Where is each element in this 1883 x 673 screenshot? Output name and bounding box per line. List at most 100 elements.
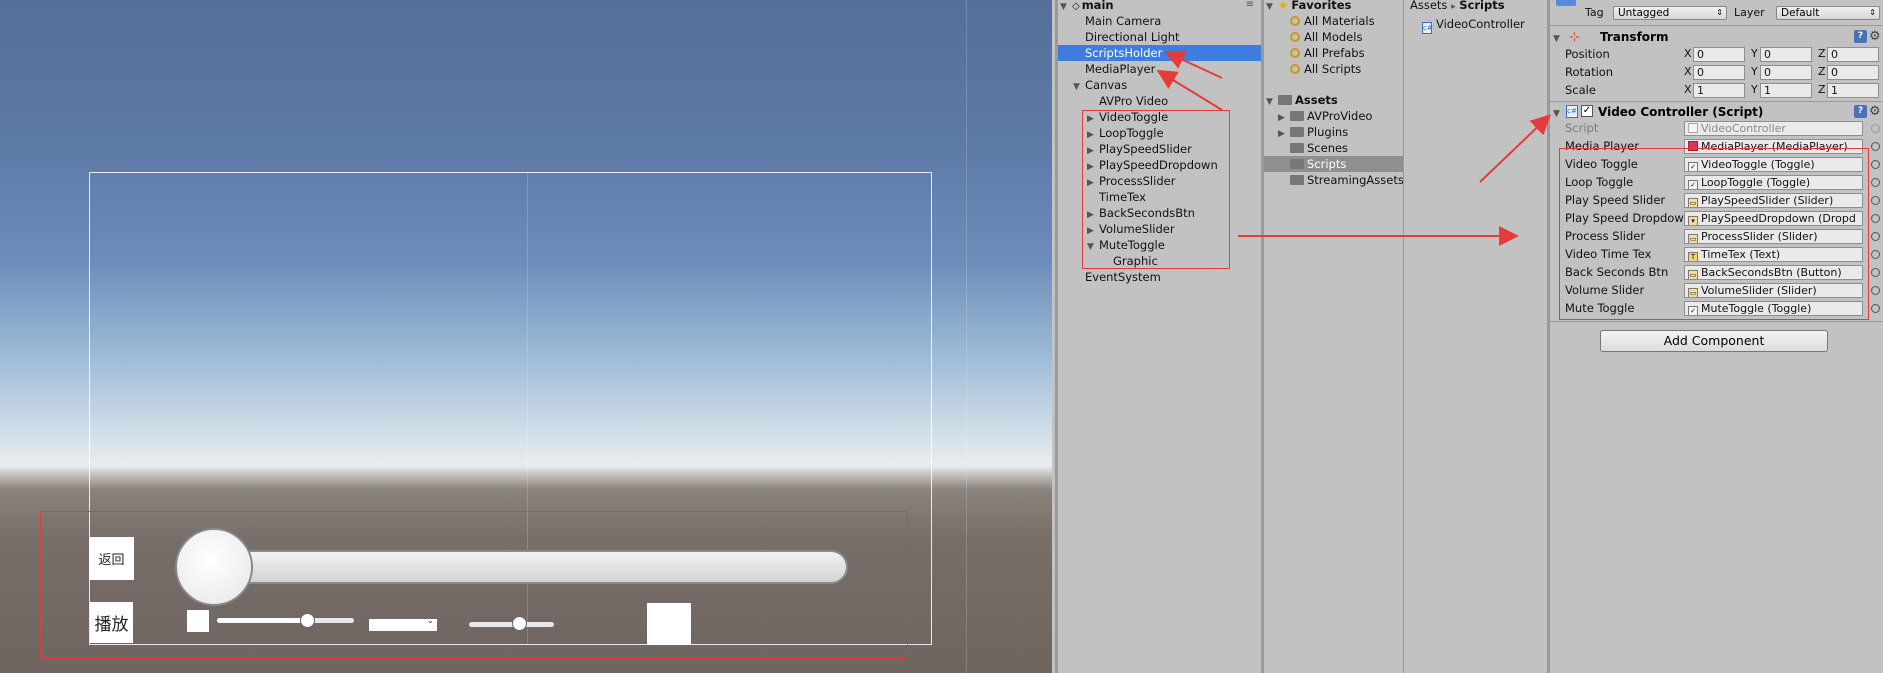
object-picker-icon[interactable] [1871, 232, 1880, 241]
star-icon: ★ [1278, 0, 1289, 12]
search-icon [1290, 48, 1300, 58]
hierarchy-item[interactable]: ScriptsHolder [1058, 45, 1261, 61]
transform-header[interactable]: ▼ [1553, 29, 1565, 45]
transform-x-field[interactable]: 0 [1693, 65, 1745, 80]
favorites-item[interactable]: All Materials [1290, 13, 1375, 29]
assets-folder-item[interactable]: Scripts [1264, 156, 1406, 172]
object-picker-icon[interactable] [1871, 250, 1880, 259]
hierarchy-item-label: Directional Light [1085, 30, 1180, 44]
object-picker-icon[interactable] [1871, 268, 1880, 277]
folder-icon [1290, 143, 1304, 153]
hierarchy-item-label: Main Camera [1085, 14, 1162, 28]
hierarchy-item[interactable]: AVPro Video [1058, 93, 1261, 109]
layer-value: Default [1781, 7, 1820, 19]
folder-icon [1290, 175, 1304, 185]
object-picker-icon[interactable] [1871, 304, 1880, 313]
object-picker-icon[interactable] [1871, 160, 1880, 169]
expand-arrow-icon[interactable]: ▼ [1553, 31, 1565, 47]
layer-dropdown[interactable]: Default ⇕ [1776, 6, 1880, 20]
favorites-item[interactable]: All Prefabs [1290, 45, 1365, 61]
help-icon[interactable]: ? [1854, 30, 1867, 43]
assets-folder-label: Plugins [1307, 125, 1349, 139]
axis-label-x: X [1684, 47, 1692, 60]
axis-label-y: Y [1751, 47, 1758, 60]
project-files-panel: Assets ▸ Scripts c# VideoController [1403, 0, 1547, 673]
gameobject-icon [1556, 0, 1576, 6]
transform-z-field[interactable]: 1 [1827, 83, 1879, 98]
transform-z-field[interactable]: 0 [1827, 47, 1879, 62]
transform-row-label: Scale [1565, 83, 1596, 97]
assets-folder-label: AVProVideo [1307, 109, 1373, 123]
favorites-label: Favorites [1291, 0, 1352, 12]
transform-y-field[interactable]: 0 [1760, 65, 1812, 80]
favorites-item[interactable]: All Models [1290, 29, 1362, 45]
help-icon[interactable]: ? [1854, 105, 1867, 118]
breadcrumb: Assets ▸ Scripts [1410, 0, 1505, 13]
transform-x-field[interactable]: 1 [1693, 83, 1745, 98]
add-component-button[interactable]: Add Component [1600, 330, 1828, 352]
gear-icon[interactable]: ⚙ [1869, 105, 1881, 118]
search-icon [1290, 64, 1300, 74]
script-file-icon: c# [1422, 22, 1433, 34]
transform-row-label: Position [1565, 47, 1610, 61]
object-picker-icon[interactable] [1871, 286, 1880, 295]
component-header[interactable]: ▼ [1553, 104, 1565, 120]
folder-icon [1290, 159, 1304, 169]
project-tree-panel: ▼ ★ Favorites All Materials All Models All P… [1261, 0, 1406, 673]
transform-y-field[interactable]: 1 [1760, 83, 1812, 98]
breadcrumb-root[interactable]: Assets [1410, 0, 1447, 12]
hierarchy-item-label: MediaPlayer [1085, 62, 1156, 76]
scene-view[interactable]: 返回 播放 ⌄ [0, 0, 1052, 673]
axis-label-z: Z [1818, 47, 1826, 60]
axis-label-x: X [1684, 83, 1692, 96]
script-field[interactable]: VideoController [1684, 121, 1863, 136]
assets-folder-item[interactable]: StreamingAssets [1264, 172, 1406, 188]
script-icon: c# [1566, 105, 1578, 118]
transform-x-field[interactable]: 0 [1693, 47, 1745, 62]
axis-label-z: Z [1818, 65, 1826, 78]
hierarchy-root[interactable]: ▼ ◇ main [1060, 0, 1114, 13]
object-picker-icon[interactable] [1871, 178, 1880, 187]
updown-arrow-icon: ⇕ [1869, 8, 1876, 17]
scene-icon: ◇ [1072, 1, 1080, 12]
expand-arrow-icon[interactable]: ▼ [1266, 0, 1278, 15]
hierarchy-menu-icon[interactable]: ≡ [1246, 0, 1254, 13]
axis-label-z: Z [1818, 83, 1826, 96]
hierarchy-item[interactable]: MediaPlayer [1058, 61, 1261, 77]
folder-icon [1290, 111, 1304, 121]
favorites-item-label: All Prefabs [1304, 46, 1365, 60]
divider [1550, 101, 1883, 102]
script-field-value: VideoController [1701, 122, 1786, 135]
tag-dropdown[interactable]: Untagged ⇕ [1613, 6, 1727, 20]
hierarchy-item[interactable]: EventSystem [1058, 269, 1261, 285]
object-picker-icon[interactable] [1871, 196, 1880, 205]
object-picker-icon[interactable] [1871, 142, 1880, 151]
file-label: VideoController [1436, 17, 1525, 31]
hierarchy-item[interactable]: Directional Light [1058, 29, 1261, 45]
assets-folder-item[interactable]: ▶ AVProVideo [1264, 108, 1406, 124]
favorites-item-label: All Materials [1304, 14, 1375, 28]
axis-label-y: Y [1751, 83, 1758, 96]
object-picker-icon[interactable] [1871, 214, 1880, 223]
object-picker-icon[interactable] [1871, 124, 1880, 133]
breadcrumb-current[interactable]: Scripts [1459, 0, 1504, 12]
gear-icon[interactable]: ⚙ [1869, 30, 1881, 43]
hierarchy-item[interactable]: Main Camera [1058, 13, 1261, 29]
enabled-checkbox[interactable]: ✓ [1581, 105, 1593, 117]
assets-folder-item[interactable]: ▶ Plugins [1264, 124, 1406, 140]
assets-folder-item[interactable]: Scenes [1264, 140, 1406, 156]
assets-folder-label: Scripts [1307, 157, 1347, 171]
expand-arrow-icon[interactable]: ▼ [1553, 106, 1565, 122]
divider [1550, 25, 1883, 26]
transform-y-field[interactable]: 0 [1760, 47, 1812, 62]
assets-header[interactable]: ▼ Assets [1266, 92, 1338, 108]
hierarchy-item[interactable]: ▼ Canvas [1058, 77, 1261, 93]
folder-icon [1278, 95, 1292, 105]
hierarchy-item-label: AVPro Video [1099, 94, 1169, 108]
transform-icon: ⊹ [1569, 30, 1580, 45]
transform-z-field[interactable]: 0 [1827, 65, 1879, 80]
favorites-header[interactable]: ▼ ★ Favorites [1266, 0, 1351, 13]
inspector-panel: Tag Untagged ⇕ Layer Default ⇕ ▼ ⊹ Transfo… [1547, 0, 1883, 673]
file-item[interactable]: c# VideoController [1422, 16, 1525, 34]
favorites-item[interactable]: All Scripts [1290, 61, 1361, 77]
